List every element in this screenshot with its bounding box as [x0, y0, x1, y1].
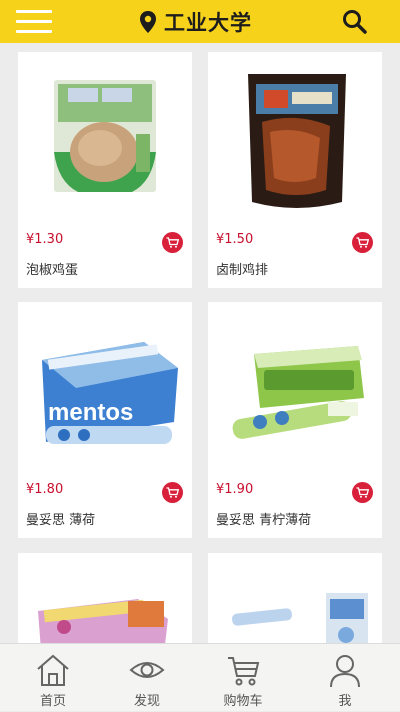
bottom-nav: 首页 发现 购物车 我 — [0, 643, 400, 711]
product-price: ¥1.80 — [26, 482, 64, 497]
location-name: 工业大学 — [164, 11, 252, 35]
add-to-cart-button[interactable] — [162, 232, 183, 253]
nav-cart-label: 购物车 — [223, 694, 263, 709]
nav-me-label: 我 — [338, 694, 352, 709]
menu-icon[interactable] — [16, 10, 52, 34]
add-to-cart-button[interactable] — [162, 482, 183, 503]
cart-icon — [356, 237, 369, 248]
svg-text:mentos: mentos — [48, 399, 133, 426]
eye-icon — [129, 662, 165, 678]
product-name: 曼妥思 青柠薄荷 — [216, 513, 312, 528]
product-card[interactable]: ¥1.50 卤制鸡排 — [208, 52, 382, 288]
user-icon — [330, 655, 360, 688]
product-card[interactable] — [18, 553, 192, 643]
nav-home-label: 首页 — [39, 694, 66, 709]
nav-cart[interactable]: 购物车 — [193, 644, 293, 712]
product-card[interactable]: ¥1.90 曼妥思 青柠薄荷 — [208, 302, 382, 538]
nav-discover[interactable]: 发现 — [97, 644, 197, 712]
product-name: 卤制鸡排 — [216, 263, 269, 278]
product-card[interactable] — [208, 553, 382, 643]
location-selector[interactable]: 工业大学 — [138, 6, 252, 38]
product-price: ¥1.90 — [216, 482, 254, 497]
cart-icon — [356, 487, 369, 498]
nav-me[interactable]: 我 — [295, 644, 395, 712]
home-icon — [37, 654, 69, 686]
product-price: ¥1.30 — [26, 232, 64, 247]
product-price: ¥1.50 — [216, 232, 254, 247]
location-pin-icon — [140, 11, 156, 33]
cart-icon — [166, 487, 179, 498]
product-card[interactable]: mentos ¥1.80 曼妥思 薄荷 — [18, 302, 192, 538]
cart-icon — [166, 237, 179, 248]
add-to-cart-button[interactable] — [352, 232, 373, 253]
product-image: mentos — [42, 342, 178, 444]
search-icon[interactable] — [341, 8, 369, 36]
product-name: 曼妥思 薄荷 — [26, 513, 96, 528]
product-image — [232, 593, 368, 643]
product-image — [248, 74, 346, 208]
top-bar: 工业大学 — [0, 0, 400, 43]
product-image — [54, 80, 156, 192]
nav-discover-label: 发现 — [133, 694, 160, 709]
nav-home[interactable]: 首页 — [3, 644, 103, 712]
product-grid: ¥1.30 泡椒鸡蛋 ¥1.50 卤制鸡排 mentos ¥1.80 曼妥思 薄… — [0, 43, 400, 643]
product-name: 泡椒鸡蛋 — [26, 263, 79, 278]
product-image — [38, 599, 168, 643]
product-card[interactable]: ¥1.30 泡椒鸡蛋 — [18, 52, 192, 288]
product-image — [232, 346, 364, 439]
add-to-cart-button[interactable] — [352, 482, 373, 503]
shopping-cart-icon — [228, 657, 260, 686]
